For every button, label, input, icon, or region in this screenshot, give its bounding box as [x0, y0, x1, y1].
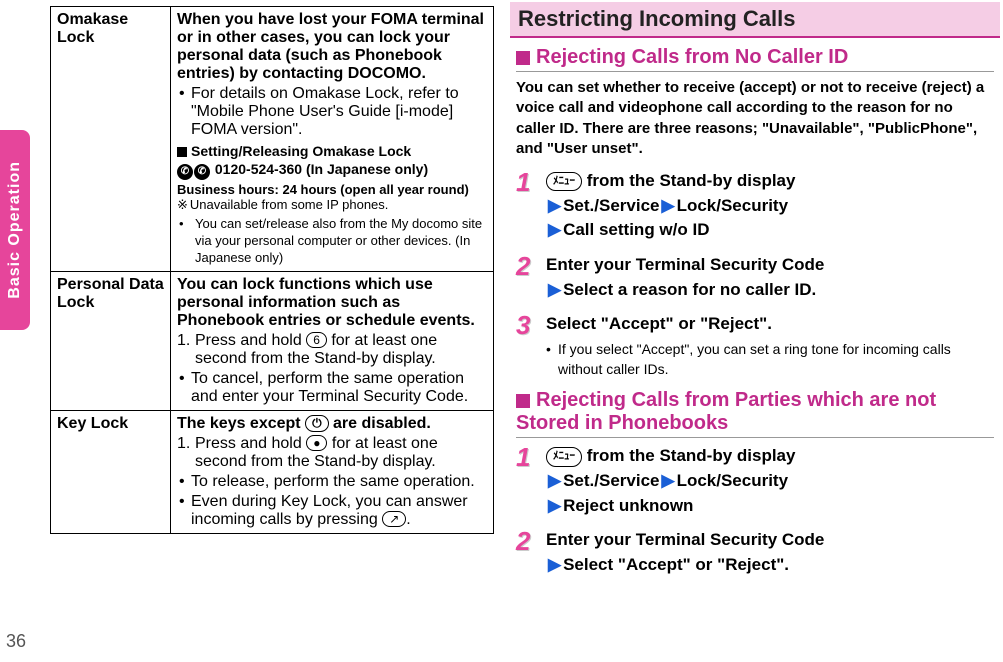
text-a: The keys except [177, 415, 305, 432]
row-label: Personal Data Lock [51, 271, 171, 410]
menu-path-item: Lock/Security [677, 196, 789, 215]
step-number: 2 [516, 528, 546, 554]
left-column: Omakase Lock When you have lost your FOM… [40, 0, 500, 662]
row-main-text: The keys except ⏻ are disabled. [177, 415, 487, 433]
bullet-item: For details on Omakase Lock, refer to "M… [177, 85, 487, 139]
arrow-icon: ▶ [548, 220, 561, 239]
step-content: Enter your Terminal Security Code ▶Selec… [546, 528, 994, 577]
page: Basic Operation 36 Omakase Lock When you… [0, 0, 1003, 662]
section-tab: Basic Operation [0, 130, 30, 330]
step-content: ﾒﾆｭｰ from the Stand-by display ▶Set./Ser… [546, 169, 994, 243]
step-content: Enter your Terminal Security Code ▶Selec… [546, 253, 994, 302]
step-line: Select "Accept" or "Reject". [546, 314, 772, 333]
step-line: Select "Accept" or "Reject". [563, 555, 789, 574]
step: 2 Enter your Terminal Security Code ▶Sel… [516, 528, 994, 577]
body-text: You can set whether to receive (accept) … [516, 78, 994, 159]
phone-line: ✆✆ 0120-524-360 (In Japanese only) [177, 161, 487, 180]
step-line: from the Stand-by display [582, 171, 795, 190]
menu-path-item: Set./Service [563, 471, 659, 490]
menu-path-item: Reject unknown [563, 496, 693, 515]
row-desc: When you have lost your FOMA terminal or… [171, 7, 494, 272]
section-title: Restricting Incoming Calls [518, 6, 796, 31]
lock-features-table: Omakase Lock When you have lost your FOM… [50, 6, 494, 534]
step: 1 ﾒﾆｭｰ from the Stand-by display ▶Set./S… [516, 444, 994, 518]
step-line: from the Stand-by display [582, 446, 795, 465]
row-label: Omakase Lock [51, 7, 171, 272]
text-b: are disabled. [329, 415, 431, 432]
numbered-item: 1. Press and hold 6 for at least one sec… [177, 332, 487, 368]
section-tab-label: Basic Operation [6, 161, 24, 299]
step-text-a: Press and hold [195, 435, 306, 452]
right-column: Restricting Incoming Calls Rejecting Cal… [500, 0, 1000, 662]
square-bullet-icon [177, 147, 187, 157]
step-number: 2 [516, 253, 546, 279]
step-note: If you select "Accept", you can set a ri… [546, 339, 994, 380]
numbered-item: 1. Press and hold ● for at least one sec… [177, 435, 487, 471]
arrow-icon: ▶ [548, 471, 561, 490]
center-key-icon: ● [306, 435, 327, 451]
row-main-text: You can lock functions which use persona… [177, 276, 487, 330]
table-row: Personal Data Lock You can lock function… [51, 271, 494, 410]
bullet-item: Even during Key Lock, you can answer inc… [177, 493, 487, 529]
step-content: ﾒﾆｭｰ from the Stand-by display ▶Set./Ser… [546, 444, 994, 518]
sub-heading-text: Setting/Releasing Omakase Lock [191, 143, 411, 159]
arrow-icon: ▶ [548, 280, 561, 299]
row-desc: You can lock functions which use persona… [171, 271, 494, 410]
step-line: Select a reason for no caller ID. [563, 280, 816, 299]
subsection-title: Rejecting Calls from No Caller ID [516, 46, 994, 72]
square-bullet-icon [516, 51, 530, 65]
subsection-title-text: Rejecting Calls from Parties which are n… [516, 389, 936, 434]
menu-key-icon: ﾒﾆｭｰ [546, 172, 582, 192]
step: 1 ﾒﾆｭｰ from the Stand-by display ▶Set./S… [516, 169, 994, 243]
menu-path-item: Call setting w/o ID [563, 220, 709, 239]
step-number: 1 [516, 169, 546, 195]
row-label: Key Lock [51, 410, 171, 533]
bullet-item: You can set/release also from the My doc… [177, 216, 487, 267]
call-key-icon: ↗ [382, 511, 406, 527]
subsection-title: Rejecting Calls from Parties which are n… [516, 389, 994, 438]
phone-number: 0120-524-360 (In Japanese only) [215, 161, 428, 177]
phone-icon: ✆ [194, 164, 210, 180]
step-content: Select "Accept" or "Reject". If you sele… [546, 312, 994, 379]
bullet-item: To release, perform the same operation. [177, 473, 487, 491]
page-number: 36 [6, 631, 26, 652]
bullet-item: To cancel, perform the same operation an… [177, 370, 487, 406]
step-number: 1 [516, 444, 546, 470]
arrow-icon: ▶ [548, 555, 561, 574]
table-row: Omakase Lock When you have lost your FOM… [51, 7, 494, 272]
step-line: Enter your Terminal Security Code [546, 255, 824, 274]
step-line: Enter your Terminal Security Code [546, 530, 824, 549]
power-key-icon: ⏻ [305, 415, 329, 432]
arrow-icon: ▶ [548, 196, 561, 215]
section-title-bar: Restricting Incoming Calls [510, 2, 1000, 38]
row-desc: The keys except ⏻ are disabled. 1. Press… [171, 410, 494, 533]
text-b: . [406, 511, 410, 528]
step: 3 Select "Accept" or "Reject". If you se… [516, 312, 994, 379]
step-text-a: Press and hold [195, 332, 306, 349]
square-bullet-icon [516, 394, 530, 408]
row-main-text: When you have lost your FOMA terminal or… [177, 11, 487, 83]
menu-path-item: Lock/Security [677, 471, 789, 490]
note-item: Unavailable from some IP phones. [177, 197, 487, 214]
sub-heading: Setting/Releasing Omakase Lock [177, 143, 487, 159]
table-row: Key Lock The keys except ⏻ are disabled.… [51, 410, 494, 533]
menu-key-icon: ﾒﾆｭｰ [546, 447, 582, 467]
arrow-icon: ▶ [548, 496, 561, 515]
step: 2 Enter your Terminal Security Code ▶Sel… [516, 253, 994, 302]
arrow-icon: ▶ [661, 471, 674, 490]
text-a: Even during Key Lock, you can answer inc… [191, 493, 468, 528]
key-6-icon: 6 [306, 332, 327, 348]
left-margin: Basic Operation 36 [0, 0, 40, 662]
arrow-icon: ▶ [661, 196, 674, 215]
phone-icon: ✆ [177, 164, 193, 180]
subsection-title-text: Rejecting Calls from No Caller ID [536, 46, 848, 68]
business-hours: Business hours: 24 hours (open all year … [177, 182, 487, 197]
step-number: 3 [516, 312, 546, 338]
menu-path-item: Set./Service [563, 196, 659, 215]
